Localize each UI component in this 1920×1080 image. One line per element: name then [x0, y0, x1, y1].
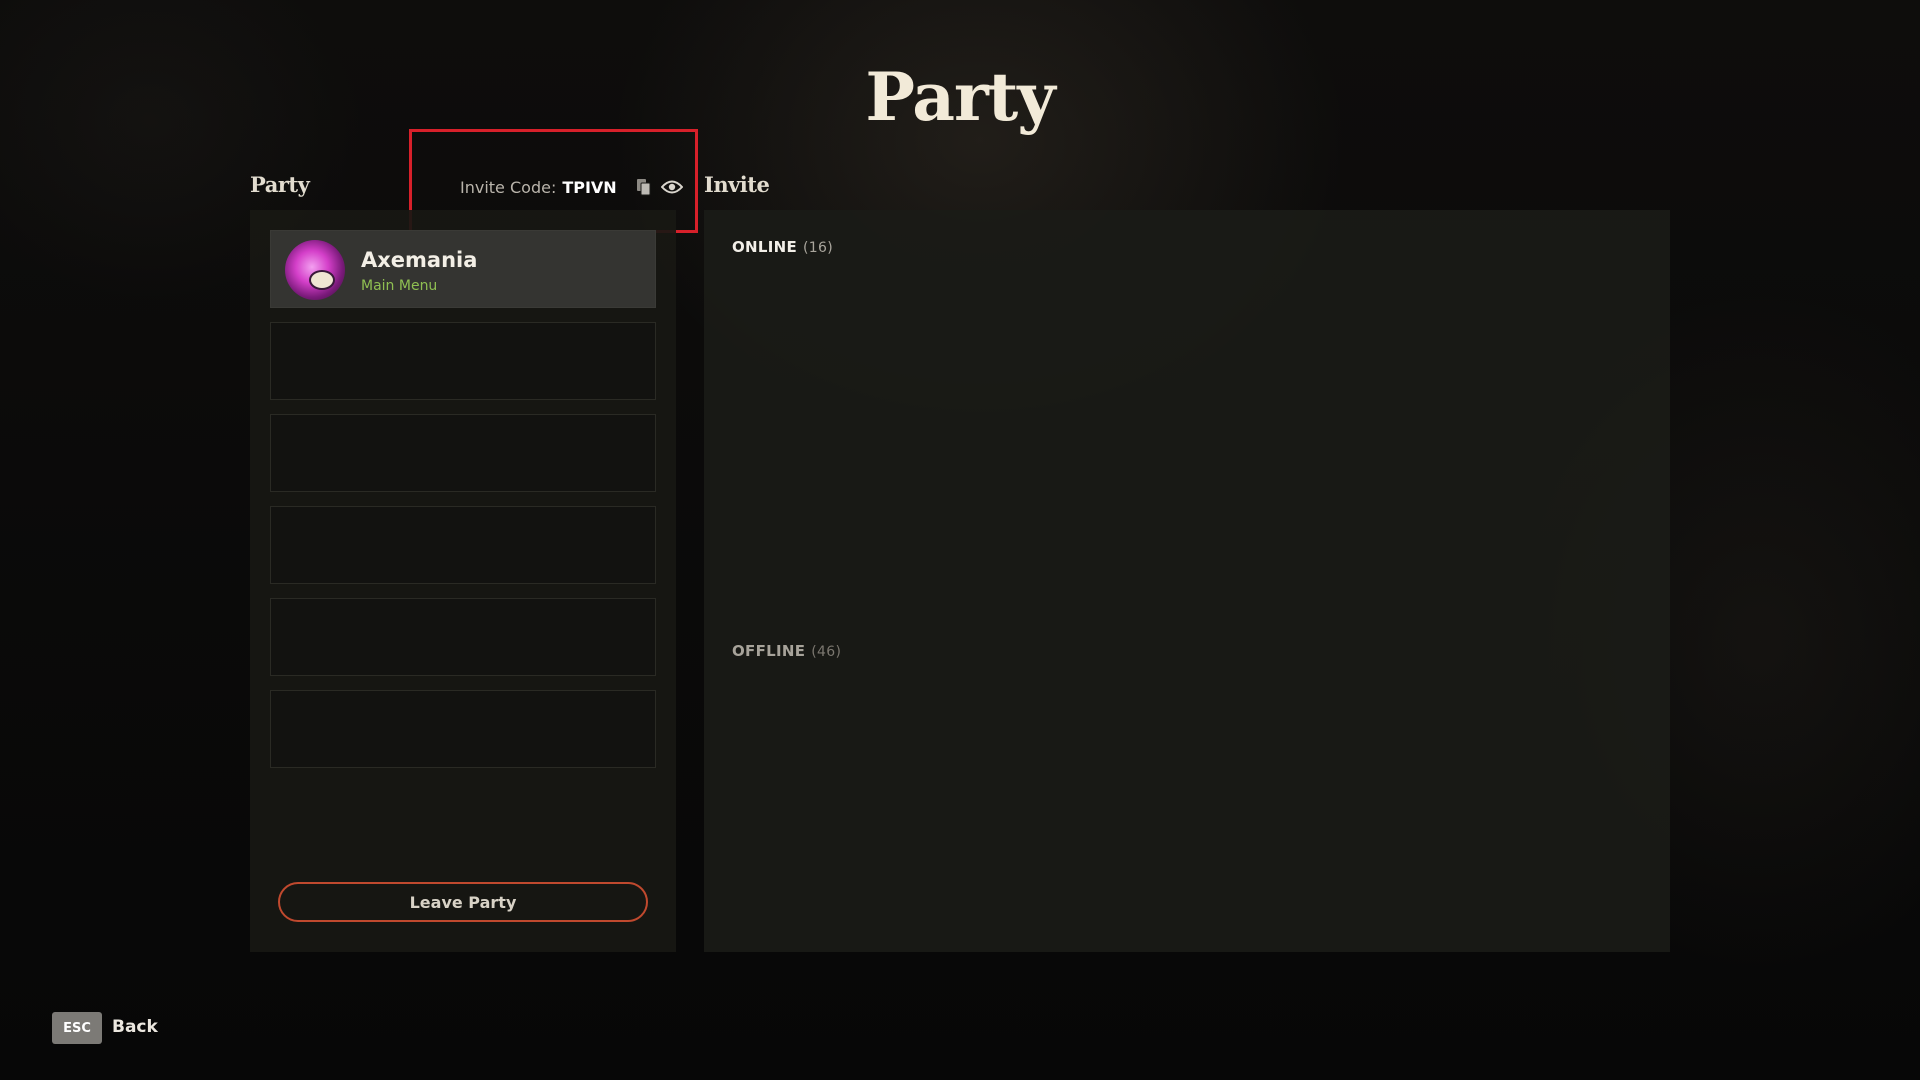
offline-group-header[interactable]: OFFLINE (46) [732, 642, 841, 660]
player-name: Axemania [361, 248, 478, 272]
back-button-label[interactable]: Back [112, 1017, 158, 1037]
offline-count: (46) [811, 644, 842, 660]
empty-party-slot[interactable] [270, 598, 656, 676]
player-status: Main Menu [361, 278, 438, 294]
invite-panel: ONLINE (16) OFFLINE (46) [704, 210, 1670, 952]
online-group-header[interactable]: ONLINE (16) [732, 238, 833, 256]
leave-party-button[interactable]: Leave Party [278, 882, 648, 922]
empty-party-slot[interactable] [270, 506, 656, 584]
invite-section-label: Invite [704, 172, 770, 197]
party-panel: Axemania Main Menu Leave Party [250, 210, 676, 952]
party-section-label: Party [250, 172, 310, 197]
page-title: Party [865, 58, 1055, 136]
online-label: ONLINE [732, 238, 798, 256]
avatar-face [309, 270, 335, 290]
esc-key-button[interactable]: ESC [52, 1012, 102, 1044]
player-avatar [285, 240, 345, 300]
party-member-slot[interactable]: Axemania Main Menu [270, 230, 656, 308]
empty-party-slot[interactable] [270, 414, 656, 492]
empty-party-slot[interactable] [270, 322, 656, 400]
online-count: (16) [803, 240, 833, 256]
empty-party-slot[interactable] [270, 690, 656, 768]
offline-label: OFFLINE [732, 642, 806, 660]
